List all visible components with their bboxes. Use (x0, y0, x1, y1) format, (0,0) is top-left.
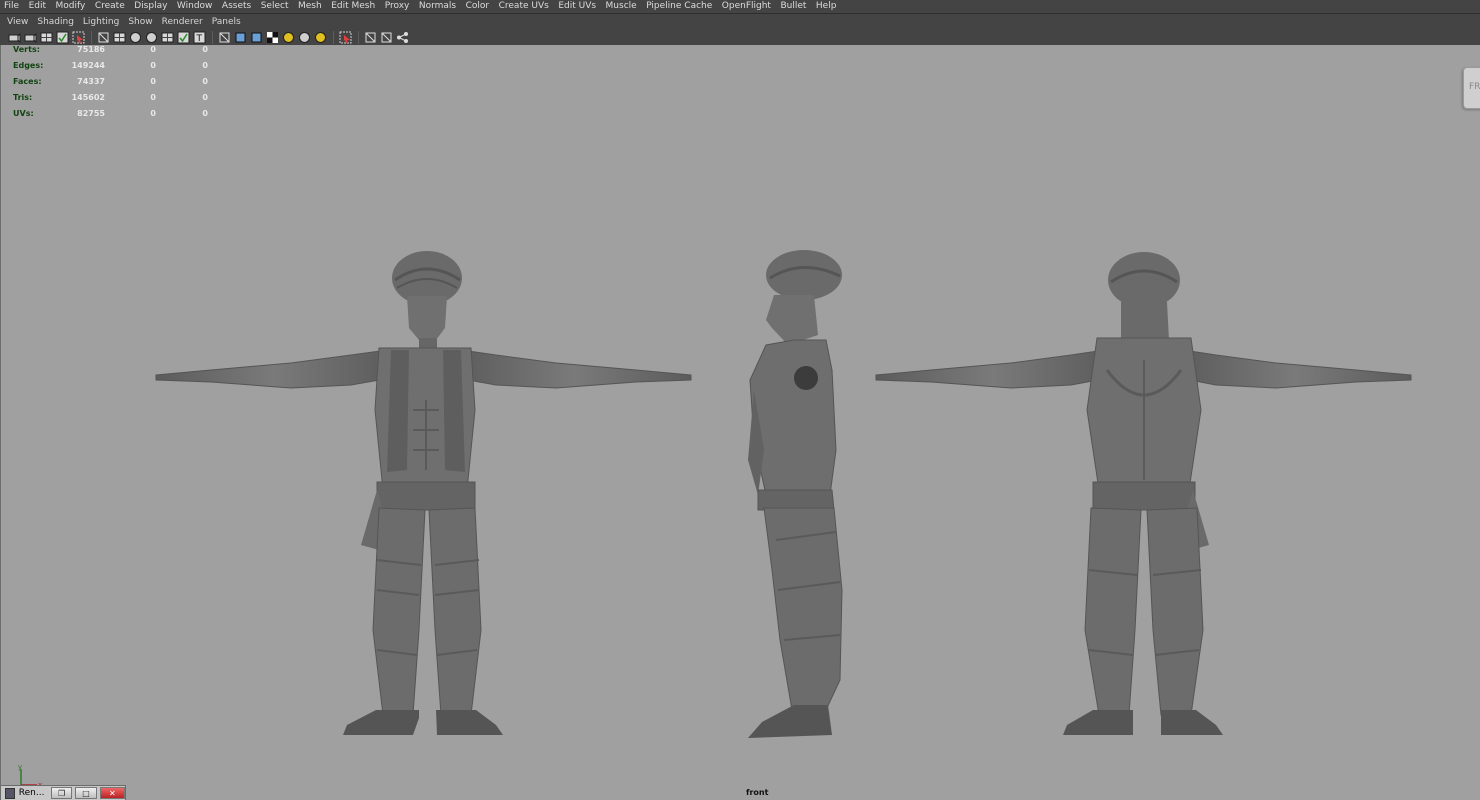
hud-row-uvs: UVs: 82755 0 0 (13, 109, 223, 125)
use-all-lights-icon[interactable] (298, 31, 311, 44)
field-chart-icon[interactable] (161, 31, 174, 44)
select-camera-icon[interactable] (24, 31, 37, 44)
menu-normals[interactable]: Normals (419, 1, 456, 12)
menu-file[interactable]: File (4, 1, 19, 12)
panel-menu-lighting[interactable]: Lighting (83, 17, 119, 27)
hud-row-edges: Edges: 149244 0 0 (13, 61, 223, 77)
shadows-icon[interactable] (314, 31, 327, 44)
menu-color[interactable]: Color (466, 1, 490, 12)
menu-modify[interactable]: Modify (56, 1, 86, 12)
multi-sample-icon[interactable] (396, 31, 409, 44)
hud-label: Faces: (13, 77, 42, 86)
menu-create[interactable]: Create (95, 1, 125, 12)
gate-mask-icon[interactable] (145, 31, 158, 44)
hud-row-tris: Tris: 145602 0 0 (13, 93, 223, 109)
toolbar-separator (333, 31, 334, 44)
menu-bullet[interactable]: Bullet (780, 1, 806, 12)
menu-muscle[interactable]: Muscle (606, 1, 637, 12)
panel-menu-renderer[interactable]: Renderer (162, 17, 203, 27)
resolution-gate-icon[interactable] (129, 31, 142, 44)
hud-value: 0 (202, 93, 208, 102)
hud-value: 0 (202, 109, 208, 118)
safe-action-icon[interactable] (177, 31, 190, 44)
model-back-view[interactable] (871, 210, 1416, 745)
model-front-view[interactable] (151, 210, 696, 745)
menu-help[interactable]: Help (816, 1, 837, 12)
film-gate-icon[interactable] (113, 31, 126, 44)
minimized-render-window[interactable]: Ren... ❐ □ ✕ (0, 785, 126, 800)
hud-value: 149244 (71, 61, 105, 70)
svg-text:y: y (18, 763, 22, 771)
render-window-title: Ren... (18, 788, 45, 798)
hud-row-faces: Faces: 74337 0 0 (13, 77, 223, 93)
panel-menu-panels[interactable]: Panels (212, 17, 241, 27)
hud-value: 0 (202, 45, 208, 54)
xray-joints-icon[interactable] (380, 31, 393, 44)
xray-icon[interactable] (266, 31, 279, 44)
camera-name-label: front (746, 788, 769, 797)
panel-menu-show[interactable]: Show (128, 17, 152, 27)
camera-lock-icon[interactable] (72, 31, 85, 44)
hud-value: 74337 (77, 77, 105, 86)
maya-window: File Edit Modify Create Display Window Assets S… (0, 0, 1480, 800)
model-side-view[interactable] (736, 210, 851, 745)
hud-label: Verts: (13, 45, 40, 54)
hud-value: 0 (150, 77, 156, 86)
view-cube[interactable]: FRONT (1463, 67, 1480, 109)
toolbar-separator (358, 31, 359, 44)
menu-openflight[interactable]: OpenFlight (722, 1, 771, 12)
render-window-icon (5, 787, 15, 799)
menu-assets[interactable]: Assets (222, 1, 251, 12)
view-cube-label: FRONT (1469, 82, 1480, 92)
hud-value: 0 (202, 61, 208, 70)
hud-value: 0 (150, 45, 156, 54)
wireframe-icon[interactable] (218, 31, 231, 44)
default-light-icon[interactable] (282, 31, 295, 44)
menu-window[interactable]: Window (177, 1, 213, 12)
backface-icon[interactable] (364, 31, 377, 44)
hud-value: 82755 (77, 109, 105, 118)
smooth-shade-icon[interactable] (234, 31, 247, 44)
menu-edit-mesh[interactable]: Edit Mesh (331, 1, 375, 12)
toolbar-separator (212, 31, 213, 44)
panel-menu-bar: View Shading Lighting Show Renderer Panels (0, 14, 250, 30)
hud-value: 75186 (77, 45, 105, 54)
hud-label: Tris: (13, 93, 33, 102)
restore-button[interactable]: ❐ (50, 787, 73, 799)
textured-icon[interactable] (250, 31, 263, 44)
hud-label: UVs: (13, 109, 34, 118)
poly-count-hud: Verts: 75186 0 0 Edges: 149244 0 0 Faces: 74337 0 0… (13, 45, 223, 125)
menu-create-uvs[interactable]: Create UVs (499, 1, 549, 12)
panel-toolbar-area: View Shading Lighting Show Renderer Panels T (0, 13, 1480, 45)
close-button[interactable]: ✕ (99, 787, 125, 799)
menu-pipeline-cache[interactable]: Pipeline Cache (646, 1, 712, 12)
menu-edit-uvs[interactable]: Edit UVs (558, 1, 596, 12)
toolbar-separator (91, 31, 92, 44)
svg-text:T: T (196, 34, 203, 44)
panel-menu-view[interactable]: View (7, 17, 28, 27)
hud-value: 145602 (71, 93, 105, 102)
menu-mesh[interactable]: Mesh (298, 1, 322, 12)
isolate-select-icon[interactable] (339, 31, 352, 44)
hud-label: Edges: (13, 61, 44, 70)
hud-value: 0 (150, 61, 156, 70)
menu-select[interactable]: Select (261, 1, 289, 12)
maximize-button[interactable]: □ (75, 787, 97, 799)
hud-value: 0 (202, 77, 208, 86)
camera-attributes-icon[interactable] (8, 31, 21, 44)
menu-edit[interactable]: Edit (29, 1, 46, 12)
panel-toolbar: T (8, 30, 412, 45)
hud-value: 0 (150, 109, 156, 118)
hud-row-verts: Verts: 75186 0 0 (13, 45, 223, 61)
menu-proxy[interactable]: Proxy (385, 1, 410, 12)
image-plane-icon[interactable] (56, 31, 69, 44)
menu-display[interactable]: Display (134, 1, 167, 12)
grid-icon[interactable] (97, 31, 110, 44)
viewport-front[interactable]: Verts: 75186 0 0 Edges: 149244 0 0 Faces: 74337 0 0… (0, 45, 1480, 800)
bookmark-icon[interactable] (40, 31, 53, 44)
safe-title-icon[interactable]: T (193, 31, 206, 44)
main-menu-bar: File Edit Modify Create Display Window Assets S… (0, 0, 1480, 13)
hud-value: 0 (150, 93, 156, 102)
panel-menu-shading[interactable]: Shading (37, 17, 74, 27)
